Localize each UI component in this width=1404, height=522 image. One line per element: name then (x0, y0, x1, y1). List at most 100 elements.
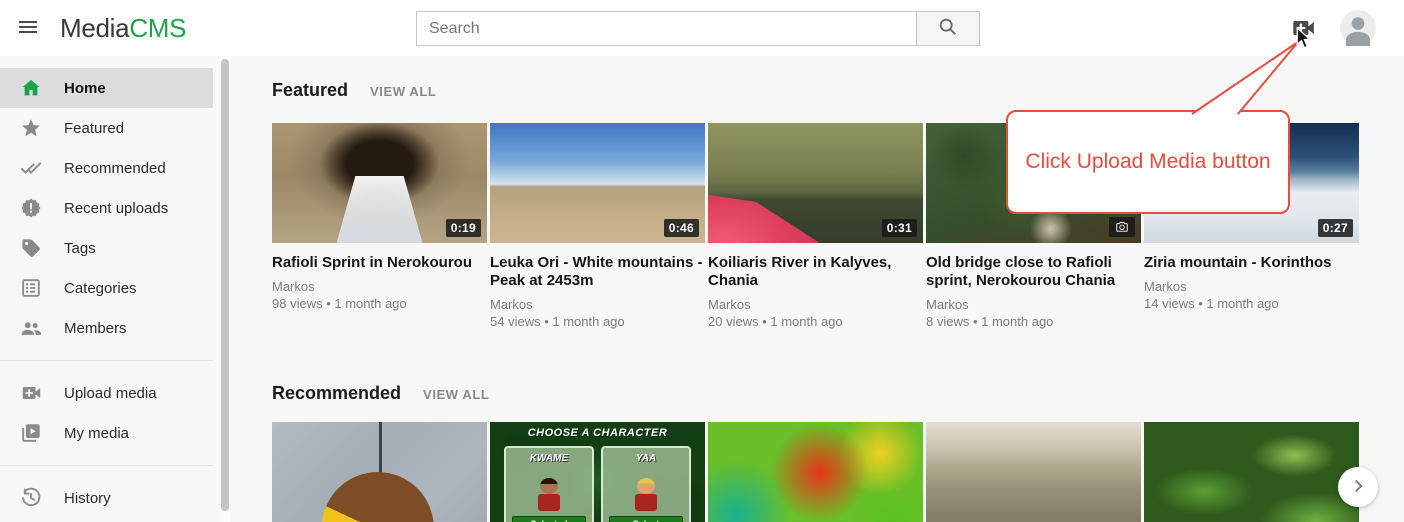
media-card (1144, 422, 1359, 522)
sidebar-item-label: Upload media (64, 385, 157, 402)
character-sprite (631, 478, 661, 518)
section-title: Featured (272, 80, 348, 101)
media-author[interactable]: Markos (926, 296, 1141, 313)
media-title-link[interactable]: Ziria mountain - Korinthos (1144, 254, 1359, 272)
media-thumbnail[interactable]: 0:19 (272, 123, 487, 243)
mouse-cursor (1296, 27, 1311, 50)
section-title: Recommended (272, 383, 401, 404)
scrollbar-thumb[interactable] (221, 59, 229, 511)
media-author[interactable]: Markos (708, 296, 923, 313)
sidebar-item-label: Tags (64, 240, 96, 257)
sidebar-item-home[interactable]: Home (0, 68, 213, 108)
media-card: CHOOSE A CHARACTER KWAME Selected YAA Select (490, 422, 705, 522)
media-title-link[interactable]: Old bridge close to Rafioli sprint, Nero… (926, 254, 1141, 290)
character-select-button: Select (609, 516, 683, 522)
sidebar-divider (0, 465, 213, 466)
video-call-icon (20, 382, 42, 404)
duration-badge: 0:31 (882, 219, 917, 237)
avatar (1340, 34, 1376, 49)
sidebar-item-upload-media[interactable]: Upload media (0, 373, 213, 413)
categories-icon (20, 277, 42, 299)
thumb-overlay-title: CHOOSE A CHARACTER (490, 427, 705, 439)
sidebar-item-label: Members (64, 320, 127, 337)
sidebar-item-members[interactable]: Members (0, 308, 213, 348)
members-icon (20, 317, 42, 339)
new-releases-icon (20, 197, 42, 219)
media-meta: 54 views • 1 month ago (490, 313, 705, 330)
sidebar-item-label: Recent uploads (64, 200, 168, 217)
character-name: YAA (603, 453, 689, 464)
media-thumbnail[interactable]: CHOOSE A CHARACTER KWAME Selected YAA Select (490, 422, 705, 522)
character-panel: YAA (601, 446, 691, 522)
media-meta: 14 views • 1 month ago (1144, 295, 1359, 312)
section-header: Recommended VIEW ALL (272, 383, 1404, 404)
menu-icon (16, 15, 40, 42)
user-menu-button[interactable] (1340, 10, 1376, 46)
sidebar: Home Featured Recommended Recent uploads Tag… (0, 56, 213, 522)
media-thumbnail[interactable]: 0:31 (708, 123, 923, 243)
media-thumbnail[interactable] (272, 422, 487, 522)
media-title-link[interactable]: Koiliaris River in Kalyves, Chania (708, 254, 923, 290)
media-author[interactable]: Markos (272, 278, 487, 295)
sidebar-item-label: Home (64, 80, 106, 97)
media-meta: 20 views • 1 month ago (708, 313, 923, 330)
logo-accent-text: CMS (129, 13, 186, 43)
sidebar-scrollbar[interactable] (219, 56, 231, 522)
search-button[interactable] (917, 11, 980, 46)
home-icon (20, 77, 42, 99)
sidebar-item-categories[interactable]: Categories (0, 268, 213, 308)
sidebar-item-label: Featured (64, 120, 124, 137)
media-title-link[interactable]: Rafioli Sprint in Nerokourou (272, 254, 487, 272)
done-all-icon (20, 157, 42, 179)
media-thumbnail[interactable] (1144, 422, 1359, 522)
character-select-button: Selected (512, 516, 586, 522)
annotation-pointer (1180, 36, 1310, 115)
media-row: CHOOSE A CHARACTER KWAME Selected YAA Select (272, 422, 1404, 522)
annotation-callout: Click Upload Media button (1006, 110, 1290, 214)
sidebar-item-label: Categories (64, 280, 137, 297)
duration-badge: 0:27 (1318, 219, 1353, 237)
character-name: KWAME (506, 453, 592, 464)
media-thumbnail[interactable] (926, 422, 1141, 522)
view-all-link[interactable]: VIEW ALL (370, 84, 436, 99)
sidebar-item-my-media[interactable]: My media (0, 413, 213, 453)
annotation-text: Click Upload Media button (1025, 150, 1270, 174)
sidebar-item-label: My media (64, 425, 129, 442)
search-input[interactable] (416, 11, 917, 46)
duration-badge: 0:19 (446, 219, 481, 237)
media-meta: 8 views • 1 month ago (926, 313, 1141, 330)
media-meta: 98 views • 1 month ago (272, 295, 487, 312)
menu-button[interactable] (14, 14, 42, 42)
media-card (272, 422, 487, 522)
logo[interactable]: MediaCMS (60, 13, 186, 43)
view-all-link[interactable]: VIEW ALL (423, 387, 489, 402)
media-card: 0:19 Rafioli Sprint in Nerokourou Markos98… (272, 123, 487, 330)
media-thumbnail[interactable]: 0:46 (490, 123, 705, 243)
sidebar-item-recommended[interactable]: Recommended (0, 148, 213, 188)
character-panel: KWAME (504, 446, 594, 522)
media-title-link[interactable]: Leuka Ori - White mountains - Peak at 24… (490, 254, 705, 290)
media-thumbnail[interactable] (708, 422, 923, 522)
search-icon (937, 16, 959, 41)
media-card: 0:31 Koiliaris River in Kalyves, Chania Ma… (708, 123, 923, 330)
mediacms-app: MediaCMS Home Featured Recommended Recent u… (0, 0, 1404, 522)
chevron-right-icon (1347, 475, 1369, 500)
media-author[interactable]: Markos (1144, 278, 1359, 295)
carousel-next-button[interactable] (1338, 467, 1378, 507)
character-sprite (534, 478, 564, 518)
sidebar-item-recent-uploads[interactable]: Recent uploads (0, 188, 213, 228)
star-icon (20, 117, 42, 139)
search-bar (416, 11, 980, 46)
section-recommended: Recommended VIEW ALL CHOOSE A CHARACTER K… (272, 383, 1404, 522)
sidebar-item-label: History (64, 490, 111, 507)
camera-icon (1109, 217, 1135, 237)
history-icon (20, 487, 42, 509)
sidebar-item-tags[interactable]: Tags (0, 228, 213, 268)
sidebar-item-history[interactable]: History (0, 478, 213, 518)
sidebar-item-featured[interactable]: Featured (0, 108, 213, 148)
sidebar-item-label: Recommended (64, 160, 166, 177)
media-author[interactable]: Markos (490, 296, 705, 313)
logo-text: Media (60, 13, 129, 43)
tag-icon (20, 237, 42, 259)
video-library-icon (20, 422, 42, 444)
